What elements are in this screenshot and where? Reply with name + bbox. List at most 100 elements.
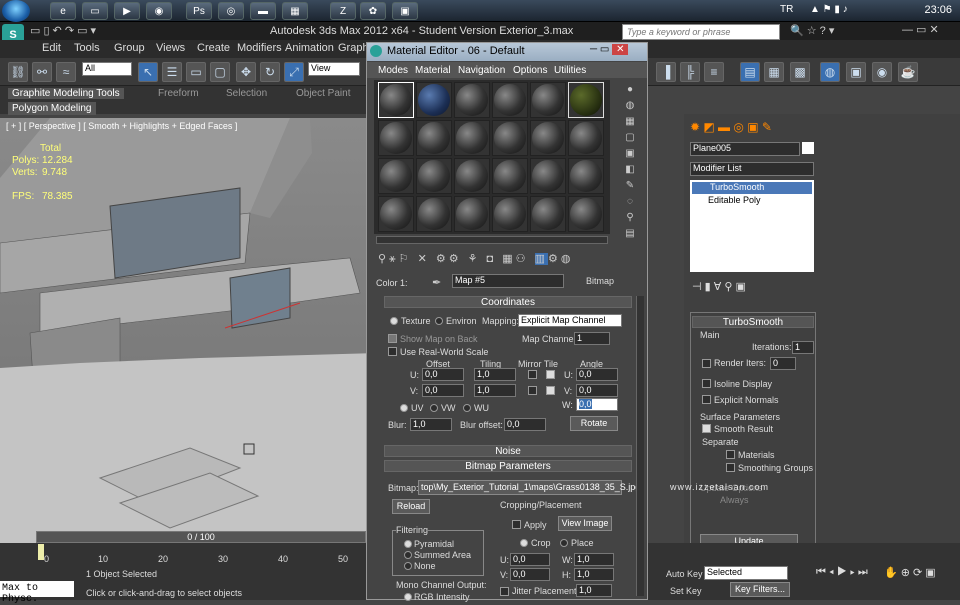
turbosmooth-header[interactable]: TurboSmooth [692, 316, 814, 328]
sample-slot[interactable] [454, 120, 490, 156]
rotate-icon[interactable]: ↻ [260, 62, 280, 82]
sample-slot[interactable] [454, 82, 490, 118]
ribbon-toggle-icon[interactable]: ▤ [740, 62, 760, 82]
set-key-button[interactable]: Set Key [670, 586, 702, 596]
align-icon[interactable]: ╠ [680, 62, 700, 82]
menu-modifiers[interactable]: Modifiers [237, 42, 282, 54]
layer-manager-icon[interactable]: ≡ [704, 62, 724, 82]
environ-radio[interactable] [435, 317, 443, 325]
place-radio[interactable] [560, 539, 568, 547]
tab-graphite-modeling[interactable]: Graphite Modeling Tools [8, 88, 124, 99]
app-icon[interactable]: ▬ [250, 2, 276, 20]
me-menu-material[interactable]: Material [415, 65, 451, 76]
me-menu-options[interactable]: Options [513, 65, 547, 76]
sample-slot[interactable] [530, 158, 566, 194]
view-image-button[interactable]: View Image [558, 516, 612, 531]
stack-tool-icons[interactable]: ⊣ ▮ ∀ ⚲ ▣ [692, 280, 746, 293]
crop-u-spinner[interactable]: 0,0 [510, 553, 550, 566]
auto-key-button[interactable]: Auto Key [666, 569, 703, 579]
sample-slot[interactable] [416, 120, 452, 156]
key-set-dropdown[interactable]: Selected [704, 566, 788, 580]
viewport-nav-controls[interactable]: ✋ ⊕ ⟳ ▣ [884, 566, 936, 579]
reference-coord-dropdown[interactable]: View [308, 62, 360, 76]
ie-icon[interactable]: e [50, 2, 76, 20]
wu-radio[interactable] [463, 404, 471, 412]
jitter-checkbox[interactable] [500, 587, 509, 596]
sample-slot[interactable] [492, 120, 528, 156]
viewport-label[interactable]: [ + ] [ Perspective ] [ Smooth + Highlig… [6, 121, 237, 131]
unlink-icon[interactable]: ⚯ [32, 62, 52, 82]
sample-slot[interactable] [530, 196, 566, 232]
sample-slot[interactable] [568, 196, 604, 232]
crop-w-spinner[interactable]: 1,0 [574, 553, 614, 566]
rotate-button[interactable]: Rotate [570, 416, 618, 431]
bind-space-warp-icon[interactable]: ≈ [56, 62, 76, 82]
sample-slot[interactable] [416, 82, 452, 118]
v-offset-spinner[interactable]: 0,0 [422, 384, 464, 397]
time-slider[interactable]: 0 / 100 [36, 531, 366, 543]
move-icon[interactable]: ✥ [236, 62, 256, 82]
vw-radio[interactable] [430, 404, 438, 412]
none-radio[interactable] [404, 562, 412, 570]
maxscript-listener[interactable]: Max to Physc. [0, 581, 74, 605]
menu-group[interactable]: Group [114, 42, 145, 54]
playback-controls[interactable]: ⏮ ◂ ▶ ▸ ⏭ [816, 566, 868, 579]
side-tool-icons[interactable]: ● ◍ ▦ ▢ ▣ ◧ ✎ ◌ ⚲ ▤ [622, 82, 638, 242]
modifier-list-dropdown[interactable]: Modifier List [690, 162, 814, 176]
crop-v-spinner[interactable]: 0,0 [510, 568, 550, 581]
bitmap-params-rollout-header[interactable]: Bitmap Parameters [384, 460, 632, 472]
blur-offset-spinner[interactable]: 0,0 [504, 418, 546, 431]
curve-editor-icon[interactable]: ▦ [764, 62, 784, 82]
sample-slot[interactable] [416, 196, 452, 232]
app-icon-3[interactable]: ✿ [360, 2, 386, 20]
tab-selection[interactable]: Selection [226, 88, 267, 99]
iterations-spinner[interactable]: 1 [792, 341, 814, 354]
material-editor-scrollbar[interactable] [636, 296, 644, 596]
sample-slot[interactable] [416, 158, 452, 194]
render-iters-spinner[interactable]: 0 [770, 357, 796, 370]
clock[interactable]: 23:06 [924, 4, 952, 16]
map-type-button[interactable]: Bitmap [586, 276, 614, 286]
stack-item-editable-poly[interactable]: Editable Poly [692, 195, 812, 207]
render-icon[interactable]: ☕ [898, 62, 918, 82]
u-offset-spinner[interactable]: 0,0 [422, 368, 464, 381]
object-name-field[interactable]: Plane005 [690, 142, 800, 156]
sample-slot[interactable] [454, 196, 490, 232]
v-tile-checkbox[interactable] [546, 386, 555, 395]
sample-slot[interactable] [568, 158, 604, 194]
eyedropper-icon[interactable]: ✒ [432, 276, 441, 289]
sample-slot[interactable] [492, 196, 528, 232]
texture-radio[interactable] [390, 317, 398, 325]
isoline-checkbox[interactable] [702, 379, 711, 388]
material-toolbar-icons[interactable]: ⚲⚹⚐ ✕ ⚙⚙ ⚘ ◘ ▦⚇ ▥⚙◍ [378, 252, 573, 266]
window-crossing-icon[interactable]: ▢ [210, 62, 230, 82]
perspective-viewport[interactable] [0, 118, 378, 543]
crop-h-spinner[interactable]: 1,0 [574, 568, 614, 581]
monitor-icon[interactable]: ▣ [392, 2, 418, 20]
info-center-icons[interactable]: 🔍 ☆ ? ▾ [790, 24, 834, 37]
sample-slot[interactable] [378, 158, 414, 194]
sample-slot[interactable] [530, 120, 566, 156]
tab-freeform[interactable]: Freeform [158, 88, 199, 99]
sample-slot[interactable] [454, 158, 490, 194]
smoothing-groups-checkbox[interactable] [726, 463, 735, 472]
explorer-icon[interactable]: ▭ [82, 2, 108, 20]
smooth-result-checkbox[interactable] [702, 424, 711, 433]
polygon-modeling-panel[interactable]: Polygon Modeling [8, 102, 96, 115]
link-icon[interactable]: ⛓ [8, 62, 28, 82]
scale-icon[interactable]: ⤢ [284, 62, 304, 82]
quick-access-toolbar[interactable]: ▭ ▯ ↶ ↷ ▭ ▾ [30, 24, 96, 37]
bitmap-path-button[interactable]: top\My_Exterior_Tutorial_1\maps\Grass013… [418, 480, 640, 495]
me-menu-modes[interactable]: Modes [378, 65, 408, 76]
crop-radio[interactable] [520, 539, 528, 547]
schematic-view-icon[interactable]: ▩ [790, 62, 810, 82]
photoshop-icon[interactable]: Ps [186, 2, 212, 20]
render-iters-checkbox[interactable] [702, 359, 711, 368]
apply-checkbox[interactable] [512, 520, 521, 529]
menu-edit[interactable]: Edit [42, 42, 61, 54]
u-tiling-spinner[interactable]: 1,0 [474, 368, 516, 381]
window-controls[interactable]: — ▭ ✕ [902, 23, 939, 36]
materials-checkbox[interactable] [726, 450, 735, 459]
menu-create[interactable]: Create [197, 42, 230, 54]
map-name-field[interactable]: Map #5 [452, 274, 564, 288]
